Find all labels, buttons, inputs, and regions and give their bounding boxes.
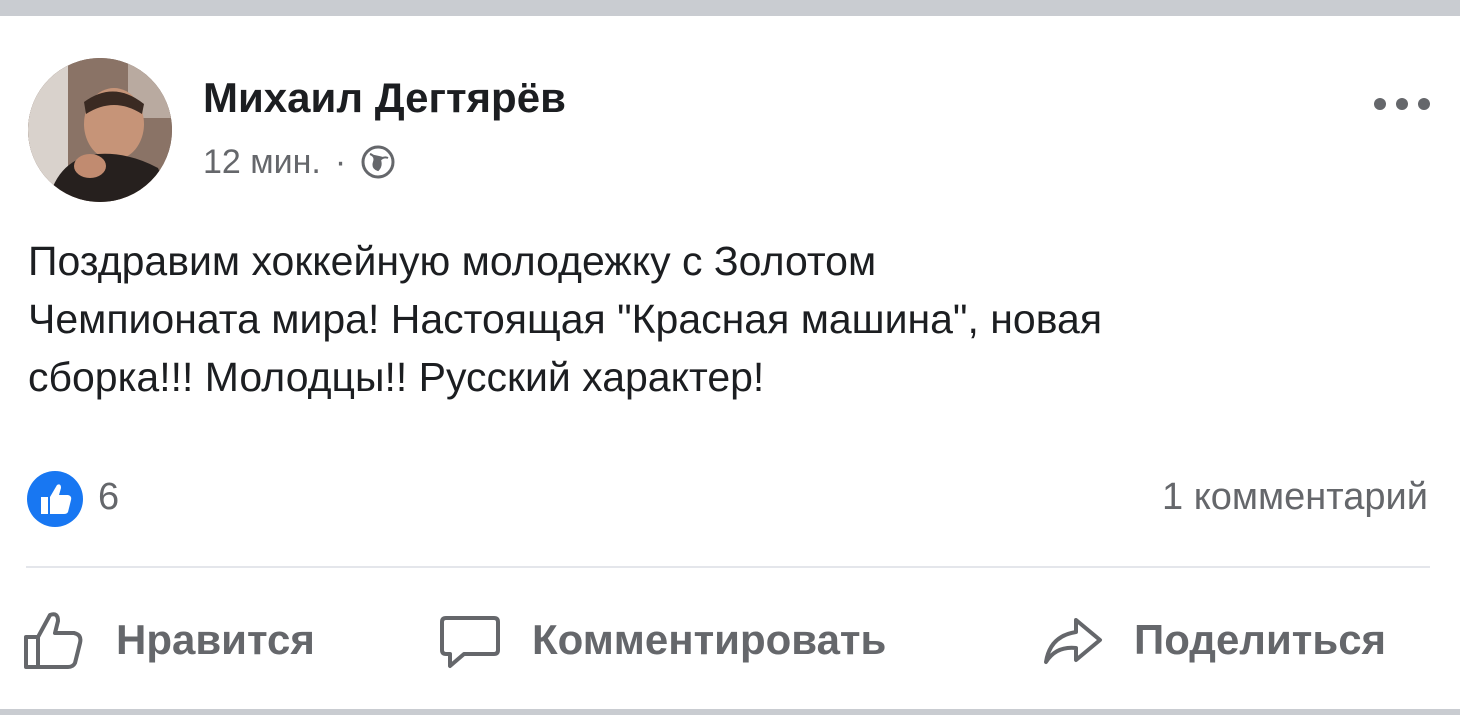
share-label: Поделиться (1134, 616, 1387, 663)
speech-bubble-icon (440, 616, 500, 668)
share-arrow-icon (1044, 618, 1102, 664)
post-meta: 12 мин. · (203, 140, 398, 184)
more-dots-icon[interactable] (1372, 92, 1432, 116)
post-time[interactable]: 12 мин. (203, 143, 321, 182)
like-label: Нравится (116, 616, 315, 663)
post-card: Михаил Дегтярёв 12 мин. · Поздравим хокк… (0, 0, 1460, 715)
divider (26, 566, 1430, 568)
top-separator (0, 0, 1460, 16)
likes-count[interactable]: 6 (98, 472, 119, 522)
action-bar: Нравится Комментировать Поделиться (0, 600, 1460, 680)
like-reaction-icon[interactable] (26, 470, 84, 528)
share-button[interactable]: Поделиться (1040, 600, 1386, 680)
author-name[interactable]: Михаил Дегтярёв (203, 74, 566, 122)
post-text: Поздравим хоккейную молодежку с Золотом … (28, 238, 1103, 400)
comments-count[interactable]: 1 комментарий (1162, 472, 1428, 522)
avatar[interactable] (28, 58, 172, 202)
like-button[interactable]: Нравится (20, 600, 315, 680)
meta-separator: · (334, 142, 347, 181)
globe-icon[interactable] (358, 142, 398, 182)
comment-label: Комментировать (532, 616, 887, 663)
bottom-separator (0, 709, 1460, 715)
thumbs-up-icon (24, 612, 83, 669)
avatar-photo (28, 58, 172, 202)
comment-button[interactable]: Комментировать (438, 600, 886, 680)
